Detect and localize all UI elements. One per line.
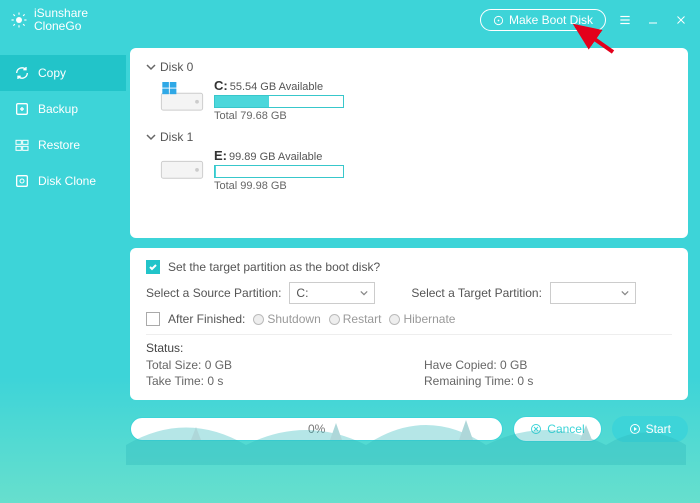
progress-bar: 0% [130,417,503,441]
sidebar-item-diskclone[interactable]: Disk Clone [0,163,126,199]
play-icon [629,423,641,435]
radio-restart[interactable]: Restart [329,312,382,326]
disk-header-1[interactable]: Disk 1 [146,130,672,144]
target-label: Select a Target Partition: [411,286,542,300]
status-take: Take Time: 0 s [146,374,394,388]
restore-icon [14,137,30,153]
drive-icon [160,152,204,182]
disc-icon [493,15,504,26]
close-button[interactable] [672,11,690,29]
status-copied: Have Copied: 0 GB [424,358,672,372]
chevron-down-icon [146,132,156,142]
usage-bar [214,165,344,178]
brand-line2: CloneGo [34,20,88,33]
sidebar: Copy Backup Restore Disk Clone [0,40,126,503]
sidebar-item-label: Backup [38,102,78,116]
status-remain: Remaining Time: 0 s [424,374,672,388]
chevron-down-icon [360,289,368,297]
target-partition-select[interactable] [550,282,636,304]
sidebar-item-label: Copy [38,66,66,80]
windows-drive-icon [160,82,204,112]
partition-row[interactable]: E:99.89 GB Available Total 99.98 GB [160,148,672,192]
source-partition-select[interactable]: C: [289,282,375,304]
radio-hibernate[interactable]: Hibernate [389,312,455,326]
sidebar-item-copy[interactable]: Copy [0,55,126,91]
sidebar-item-label: Disk Clone [38,174,96,188]
minimize-button[interactable] [644,11,662,29]
after-finished-checkbox[interactable] [146,312,160,326]
status-heading: Status: [146,341,672,355]
chevron-down-icon [146,62,156,72]
disk-list-panel: Disk 0 C:55.54 GB Available Total 79.68 … [130,48,688,238]
source-label: Select a Source Partition: [146,286,281,300]
copy-icon [14,65,30,81]
app-brand: iSunshareCloneGo [10,7,88,33]
diskclone-icon [14,173,30,189]
disk-header-0[interactable]: Disk 0 [146,60,672,74]
radio-shutdown[interactable]: Shutdown [253,312,320,326]
after-finished-label: After Finished: [168,312,245,326]
chevron-down-icon [621,289,629,297]
backup-icon [14,101,30,117]
sidebar-item-backup[interactable]: Backup [0,91,126,127]
make-boot-label: Make Boot Disk [509,13,593,27]
start-button[interactable]: Start [612,416,688,442]
status-total: Total Size: 0 GB [146,358,394,372]
set-boot-checkbox[interactable] [146,260,160,274]
cancel-button[interactable]: Cancel [513,416,601,442]
set-boot-label: Set the target partition as the boot dis… [168,260,380,274]
usage-bar [214,95,344,108]
sun-icon [10,11,28,29]
cancel-icon [530,423,542,435]
sidebar-item-label: Restore [38,138,80,152]
options-panel: Set the target partition as the boot dis… [130,248,688,400]
make-boot-disk-button[interactable]: Make Boot Disk [480,9,606,31]
sidebar-item-restore[interactable]: Restore [0,127,126,163]
partition-row[interactable]: C:55.54 GB Available Total 79.68 GB [160,78,672,122]
menu-button[interactable] [616,11,634,29]
